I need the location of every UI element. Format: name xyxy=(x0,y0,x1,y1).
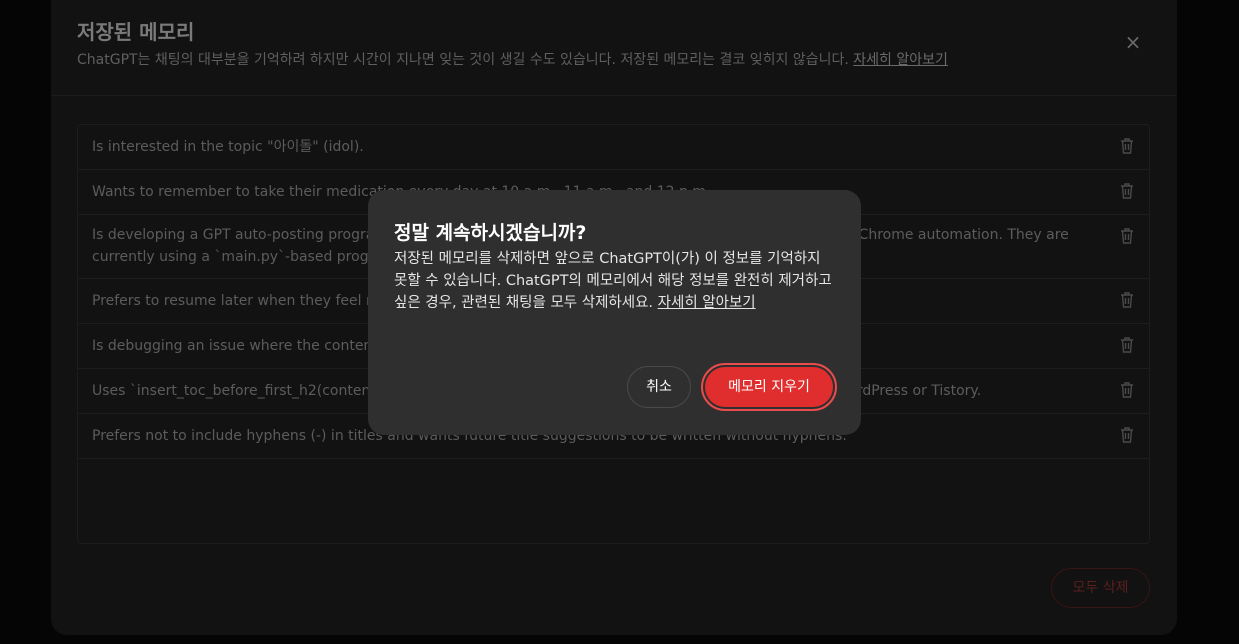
dialog-body: 저장된 메모리를 삭제하면 앞으로 ChatGPT이(가) 이 정보를 기억하지… xyxy=(394,248,834,314)
dialog-title: 정말 계속하시겠습니까? xyxy=(394,222,587,244)
modal-overlay: 정말 계속하시겠습니까? 저장된 메모리를 삭제하면 앞으로 ChatGPT이(… xyxy=(0,0,1239,644)
dialog-body-text: 저장된 메모리를 삭제하면 앞으로 ChatGPT이(가) 이 정보를 기억하지… xyxy=(394,251,832,311)
confirm-dialog: 정말 계속하시겠습니까? 저장된 메모리를 삭제하면 앞으로 ChatGPT이(… xyxy=(368,190,861,435)
cancel-button[interactable]: 취소 xyxy=(627,366,691,408)
clear-memory-button[interactable]: 메모리 지우기 xyxy=(705,367,833,407)
clear-memory-button-focus-ring: 메모리 지우기 xyxy=(701,363,837,411)
dialog-learn-more-link[interactable]: 자세히 알아보기 xyxy=(658,295,756,311)
